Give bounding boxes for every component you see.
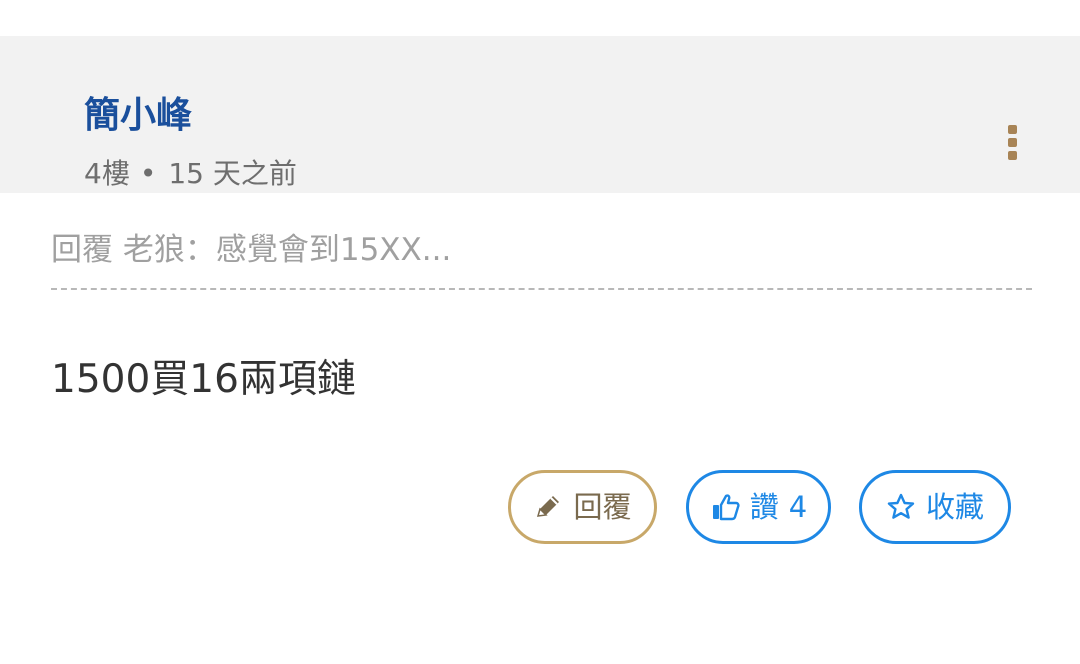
more-vertical-icon[interactable]	[999, 121, 1027, 165]
top-spacer	[0, 0, 1080, 36]
quote-divider	[51, 288, 1032, 290]
favorite-button-label: 收藏	[925, 490, 984, 524]
favorite-button[interactable]: 收藏	[859, 470, 1011, 544]
reply-button-label: 回覆	[573, 490, 632, 524]
pencil-icon	[533, 492, 563, 522]
post-time: 15 天之前	[168, 157, 297, 190]
quoted-reply: 回覆 老狼：感覺會到15XX...	[51, 232, 452, 268]
like-count: 4	[788, 490, 808, 524]
post-header: 簡小峰 4樓 • 15 天之前	[0, 36, 1080, 193]
post-content: 1500買16兩項鏈	[51, 357, 356, 402]
like-button-label: 讚	[749, 490, 779, 524]
post-meta: 4樓 • 15 天之前	[84, 154, 297, 194]
menu-dot	[1008, 125, 1017, 134]
menu-dot	[1008, 138, 1017, 147]
author-name[interactable]: 簡小峰	[84, 92, 192, 140]
action-bar: 回覆 讚 4 收藏	[0, 470, 1080, 548]
meta-separator: •	[139, 157, 157, 190]
like-button[interactable]: 讚 4	[686, 470, 831, 544]
thumbs-up-icon	[710, 492, 740, 522]
star-icon	[886, 492, 916, 522]
reply-button[interactable]: 回覆	[508, 470, 657, 544]
floor-number: 4樓	[84, 157, 130, 190]
menu-dot	[1008, 151, 1017, 160]
